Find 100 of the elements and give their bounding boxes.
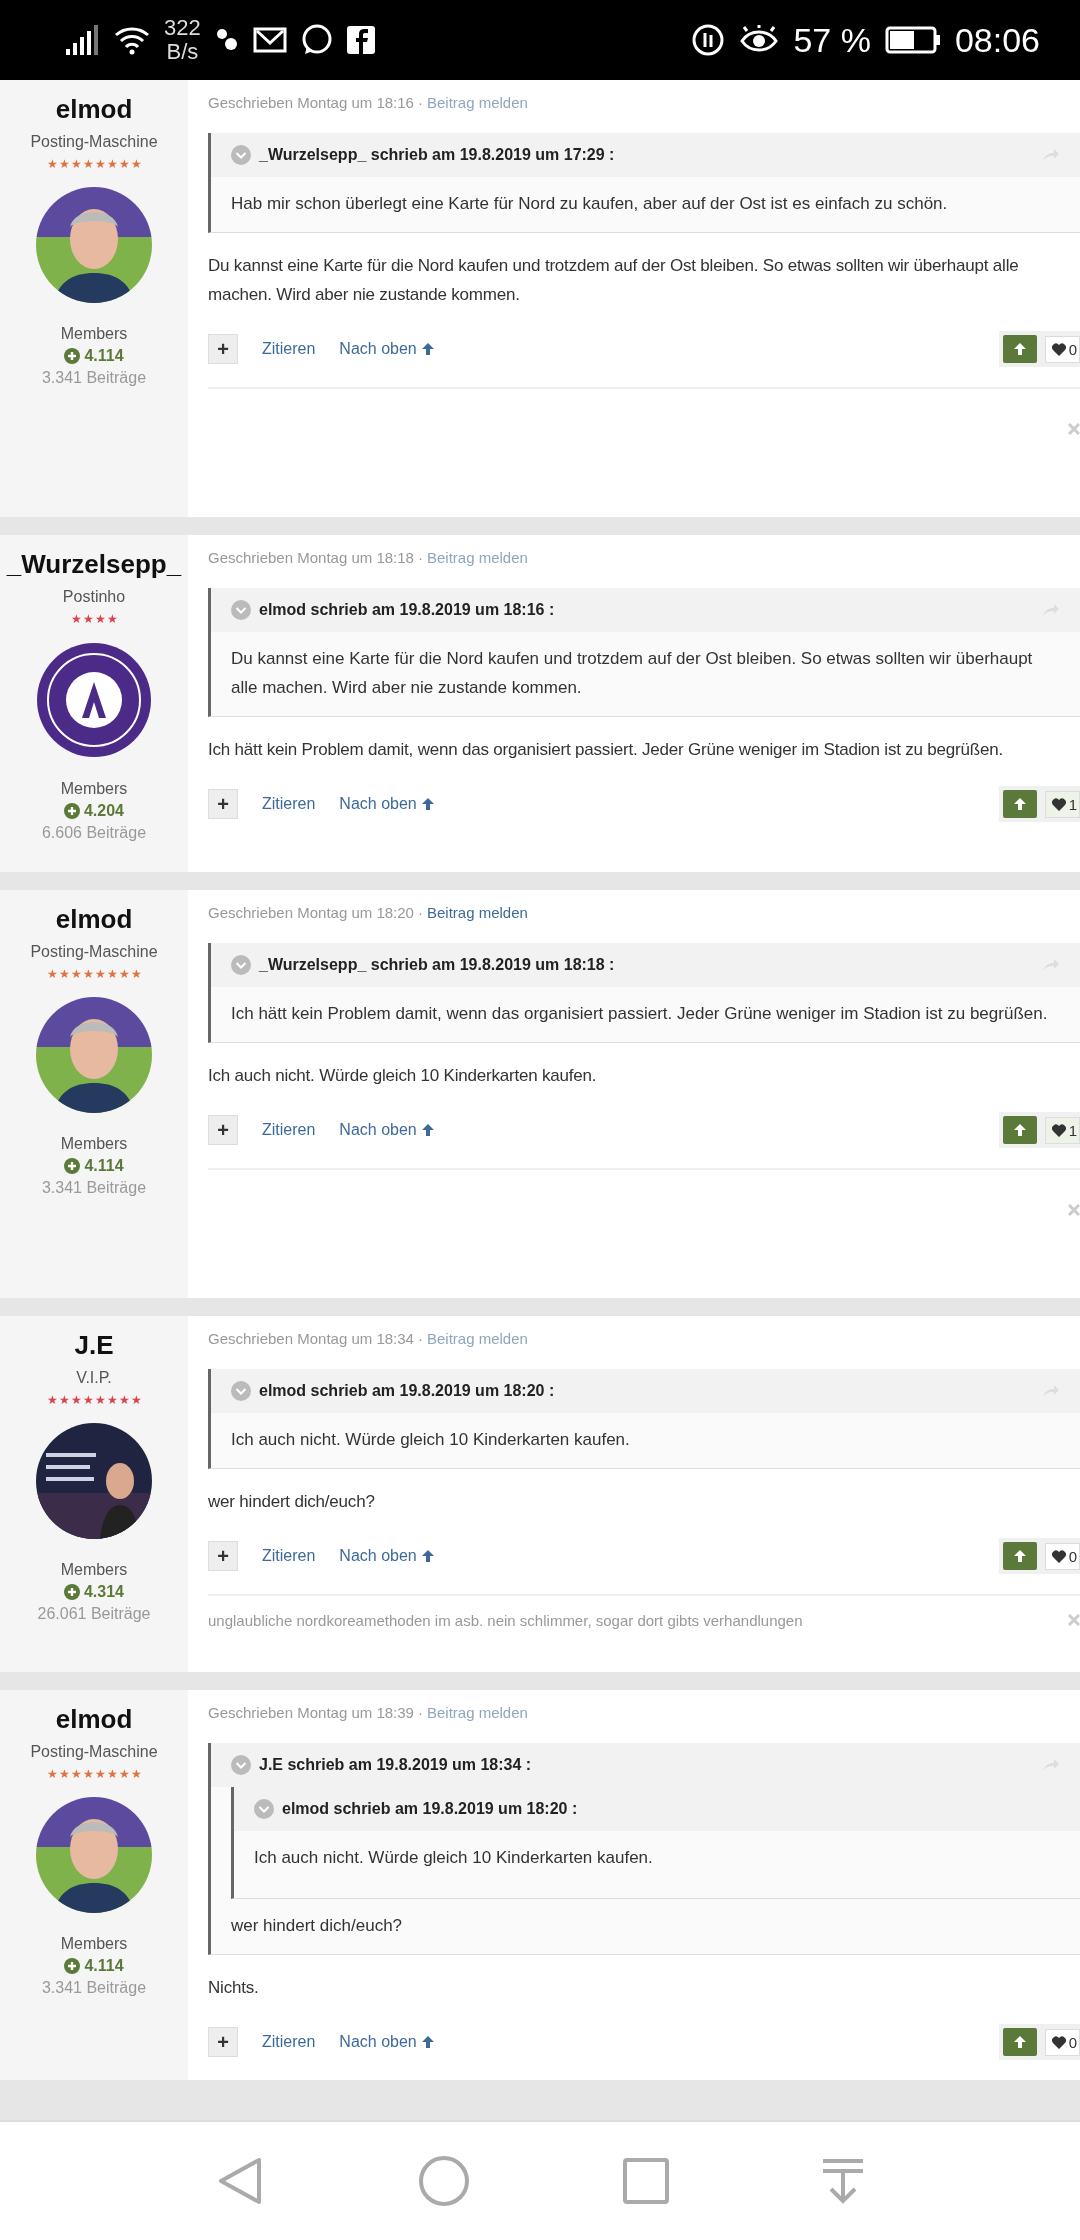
arrow-up-icon [420,2035,435,2049]
post-date: Geschrieben Montag um 18:18 [208,549,414,566]
quote-author: _Wurzelsepp_ schrieb am 19.8.2019 um 18:18 : [259,956,615,974]
more-button[interactable]: + [208,1115,238,1145]
arrow-up-icon [420,797,435,811]
username[interactable]: elmod [55,1704,133,1735]
back-to-top-link[interactable]: Nach oben [339,1121,435,1139]
heart-icon [1051,342,1066,356]
quote-author: elmod schrieb am 19.8.2019 um 18:16 : [259,601,555,619]
notification-pull-icon[interactable] [821,2158,864,2204]
separator: · [417,1330,423,1347]
quote-text: Ich hätt kein Problem damit, wenn das organisiert passiert. Jeder Grüne weniger im Stadion ist zu begrüßen. [230,1003,1049,1025]
collapse-icon[interactable] [231,1755,251,1775]
more-button[interactable]: + [208,2027,238,2057]
club-emblem-icon[interactable] [36,642,152,758]
home-icon[interactable] [417,2155,470,2207]
post-text: wer hindert dich/euch? [208,1491,376,1513]
quote-author: _Wurzelsepp_ schrieb am 19.8.2019 um 17:29 : [259,146,615,164]
post-date: Geschrieben Montag um 18:34 [208,1330,414,1347]
like-count[interactable]: 1 [1044,1116,1080,1144]
upvote-button[interactable] [1002,1542,1037,1570]
username[interactable]: elmod [55,94,133,125]
quote-link[interactable]: Zitieren [262,795,316,813]
quote-link[interactable]: Zitieren [262,1121,316,1139]
quote-link[interactable]: Zitieren [262,1547,316,1565]
more-button[interactable]: + [208,789,238,819]
close-icon[interactable] [1068,423,1080,435]
post-count: 3.341 Beiträge [41,369,147,387]
avatar-icon[interactable] [36,997,152,1113]
mail-icon [252,25,287,55]
user-rank: Posting-Maschine [30,943,158,961]
collapse-icon[interactable] [231,1381,251,1401]
social-icon [346,26,375,54]
quote-link[interactable]: Zitieren [262,340,316,358]
upvote-button[interactable] [1002,335,1037,363]
like-count[interactable]: 0 [1044,335,1080,363]
collapse-icon[interactable] [254,1799,274,1819]
upvote-button[interactable] [1002,790,1037,818]
rank-stars: ★★★★★★★★ [46,967,142,981]
like-count[interactable]: 0 [1044,1542,1080,1570]
back-to-top-link[interactable]: Nach oben [339,2033,435,2051]
post-count: 26.061 Beiträge [37,1605,151,1623]
post-text: Ich hätt kein Problem damit, wenn das organisiert passiert. Jeder Grüne weniger im Stadion ist zu begrüßen. [208,739,1004,761]
heart-icon [1051,2035,1066,2049]
user-rank: V.I.P. [76,1369,112,1387]
network-speed: 322 B/s [164,16,201,64]
more-button[interactable]: + [208,334,238,364]
quote-text: Du kannst eine Karte für die Nord kaufen und trotzdem auf der Ost bleiben. So etwas sollten wir überhaupt alle machen. Wird aber nie zustande kommen. [230,648,1034,699]
heart-icon [1051,1549,1066,1563]
rank-stars: ★★★★★★★★ [46,1767,142,1781]
collapse-icon[interactable] [231,145,251,165]
clock: 08:06 [954,20,1040,60]
back-to-top-link[interactable]: Nach oben [339,340,435,358]
plus-circle-icon [64,1158,81,1174]
reputation-value: 4.114 [84,1957,124,1975]
user-group: Members [60,325,128,343]
avatar-icon[interactable] [36,1797,152,1913]
post-date: Geschrieben Montag um 18:39 [208,1704,414,1721]
post-count: 6.606 Beiträge [41,824,147,842]
quote-text: wer hindert dich/euch? [230,1915,404,1937]
separator: · [417,94,423,111]
like-count[interactable]: 0 [1044,2028,1080,2056]
reputation-value: 4.204 [83,802,124,820]
username[interactable]: J.E [74,1330,114,1361]
plus-circle-icon [63,1584,80,1600]
chat-icon [300,24,333,56]
upvote-button[interactable] [1002,2028,1037,2056]
data-saver-icon [691,23,726,57]
heart-icon [1051,1123,1066,1137]
report-link[interactable]: Beitrag melden [426,904,528,921]
arrow-up-icon [1012,1123,1027,1137]
user-group: Members [60,1561,128,1579]
arrow-up-icon [420,1549,435,1563]
post-text: Ich auch nicht. Würde gleich 10 Kinderkarten kaufen. [208,1065,598,1087]
quote-link[interactable]: Zitieren [262,2033,316,2051]
plus-circle-icon [64,348,81,364]
avatar-icon[interactable] [36,187,152,303]
collapse-icon[interactable] [231,955,251,975]
battery-icon [884,25,941,55]
username[interactable]: _Wurzelsepp_ [6,549,182,580]
plus-circle-icon [63,803,80,819]
upvote-button[interactable] [1002,1116,1037,1144]
quote-text: Hab mir schon überlegt eine Karte für Nord zu kaufen, aber auf der Ost ist es einfach zu schön. [230,193,949,215]
quote-author: J.E schrieb am 19.8.2019 um 18:34 : [259,1756,532,1774]
username[interactable]: elmod [55,904,133,935]
recents-icon[interactable] [622,2158,669,2204]
like-count[interactable]: 1 [1044,790,1080,818]
back-to-top-link[interactable]: Nach oben [339,1547,435,1565]
quote-text: Ich auch nicht. Würde gleich 10 Kinderkarten kaufen. [230,1429,631,1451]
more-button[interactable]: + [208,1541,238,1571]
close-icon[interactable] [1068,1204,1080,1216]
arrow-up-icon [1012,1549,1027,1563]
user-rank: Posting-Maschine [30,1743,158,1761]
reputation-value: 4.114 [84,1157,124,1175]
close-icon[interactable] [1068,1614,1080,1626]
back-to-top-link[interactable]: Nach oben [339,795,435,813]
collapse-icon[interactable] [231,600,251,620]
post-text: Nichts. [208,1977,260,1999]
arrow-up-icon [1012,797,1027,811]
post-date: Geschrieben Montag um 18:16 [208,94,414,111]
